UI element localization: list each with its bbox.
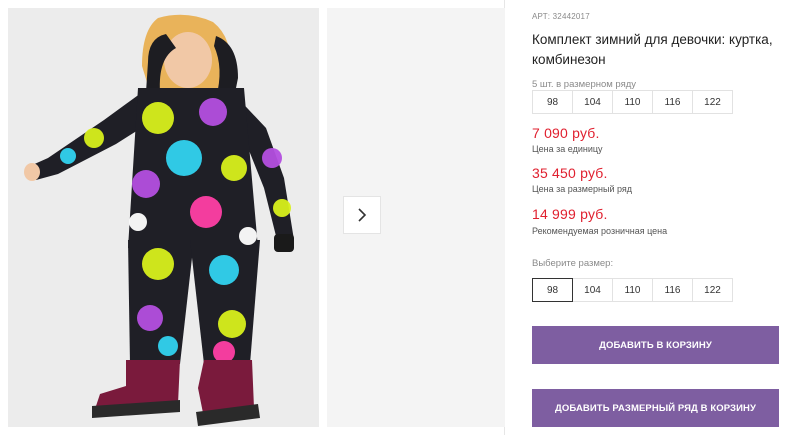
choose-size-label: Выберите размер:: [532, 258, 614, 269]
add-pack-to-cart-button[interactable]: Добавить размерный ряд в корзину: [532, 389, 779, 427]
product-gallery: [0, 0, 505, 435]
add-to-cart-button[interactable]: Добавить в корзину: [532, 326, 779, 364]
pack-note: 5 шт. в размерном ряду: [532, 79, 637, 90]
size-option[interactable]: 122: [692, 278, 733, 302]
size-option-selected[interactable]: 98: [532, 278, 573, 302]
chevron-right-icon: [358, 208, 367, 222]
pack-size-list: 98 104 110 116 122: [532, 90, 733, 114]
pack-size-item: 98: [532, 90, 573, 114]
size-selector: 98 104 110 116 122: [532, 278, 733, 302]
price-unit-label: Цена за единицу: [532, 144, 603, 154]
pack-size-item: 110: [612, 90, 653, 114]
pack-size-item: 122: [692, 90, 733, 114]
product-photo-image: [8, 8, 319, 427]
product-title: Комплект зимний для девочки: куртка, ком…: [532, 32, 773, 67]
pack-size-item: 104: [572, 90, 613, 114]
size-option[interactable]: 110: [612, 278, 653, 302]
price-unit: 7 090 руб.: [532, 125, 600, 141]
price-retail-label: Рекомендуемая розничная цена: [532, 226, 668, 236]
size-option[interactable]: 116: [652, 278, 693, 302]
product-sku: АРТ: 32442017: [532, 12, 590, 21]
price-retail: 14 999 руб.: [532, 206, 608, 222]
size-option[interactable]: 104: [572, 278, 613, 302]
gallery-next-button[interactable]: [343, 196, 381, 234]
price-pack-label: Цена за размерный ряд: [532, 184, 633, 194]
pack-size-item: 116: [652, 90, 693, 114]
price-pack: 35 450 руб.: [532, 165, 608, 181]
product-photo[interactable]: [8, 8, 319, 427]
